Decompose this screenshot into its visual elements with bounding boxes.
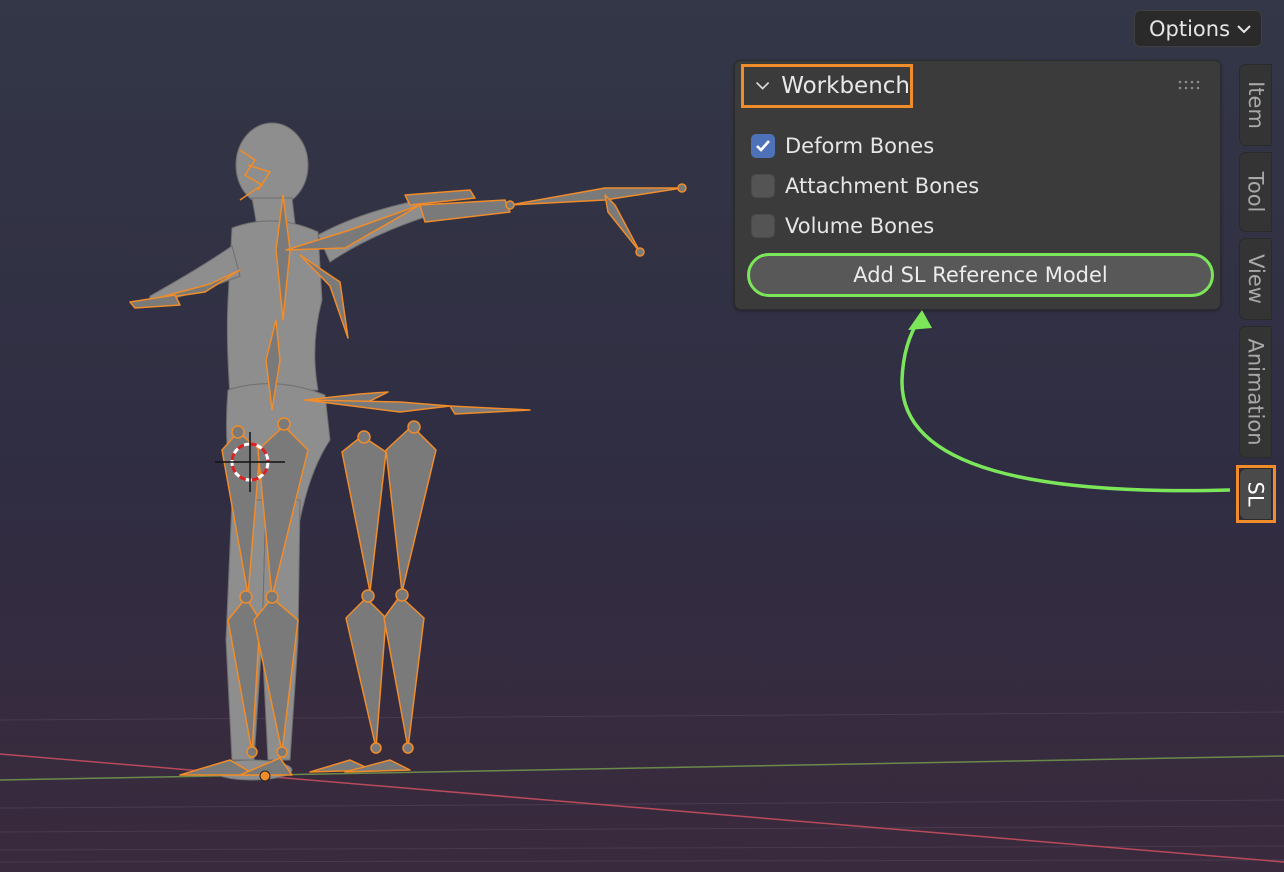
deform-bones-label: Deform Bones <box>785 134 935 158</box>
object-origin <box>259 770 271 782</box>
volume-bones-label: Volume Bones <box>785 214 935 238</box>
tab-view-label: View <box>1243 254 1268 304</box>
floor-grid <box>0 711 1284 863</box>
options-label: Options <box>1149 16 1231 41</box>
panel-header[interactable]: Workbench <box>741 64 913 108</box>
tab-tool-label: Tool <box>1243 171 1268 213</box>
checkmark-icon <box>756 140 770 152</box>
attachment-bones-checkbox[interactable] <box>751 174 775 198</box>
collapse-chevron-icon[interactable] <box>754 76 771 96</box>
tab-animation[interactable]: Animation <box>1239 326 1272 458</box>
x-axis-line <box>0 753 1284 863</box>
drag-grip-icon[interactable] <box>1178 79 1202 91</box>
volume-bones-checkbox[interactable] <box>751 214 775 238</box>
attachment-bones-label: Attachment Bones <box>785 174 980 198</box>
tab-view[interactable]: View <box>1239 238 1272 320</box>
chevron-down-icon <box>1237 25 1251 34</box>
options-dropdown[interactable]: Options <box>1134 10 1262 47</box>
y-axis-line <box>0 755 1284 781</box>
volume-bones-row[interactable]: Volume Bones <box>751 211 934 241</box>
panel-title: Workbench <box>781 73 910 99</box>
workbench-panel: Workbench Deform Bones Attachment Bones … <box>734 60 1221 310</box>
deform-bones-checkbox[interactable] <box>751 134 775 158</box>
tab-tool[interactable]: Tool <box>1239 152 1272 232</box>
deform-bones-row[interactable]: Deform Bones <box>751 131 934 161</box>
tab-animation-label: Animation <box>1243 338 1268 446</box>
tab-item[interactable]: Item <box>1239 64 1272 146</box>
attachment-bones-row[interactable]: Attachment Bones <box>751 171 979 201</box>
tab-sl-highlight <box>1236 465 1276 523</box>
add-sl-reference-model-button[interactable]: Add SL Reference Model <box>747 253 1214 297</box>
tab-item-label: Item <box>1243 81 1268 129</box>
